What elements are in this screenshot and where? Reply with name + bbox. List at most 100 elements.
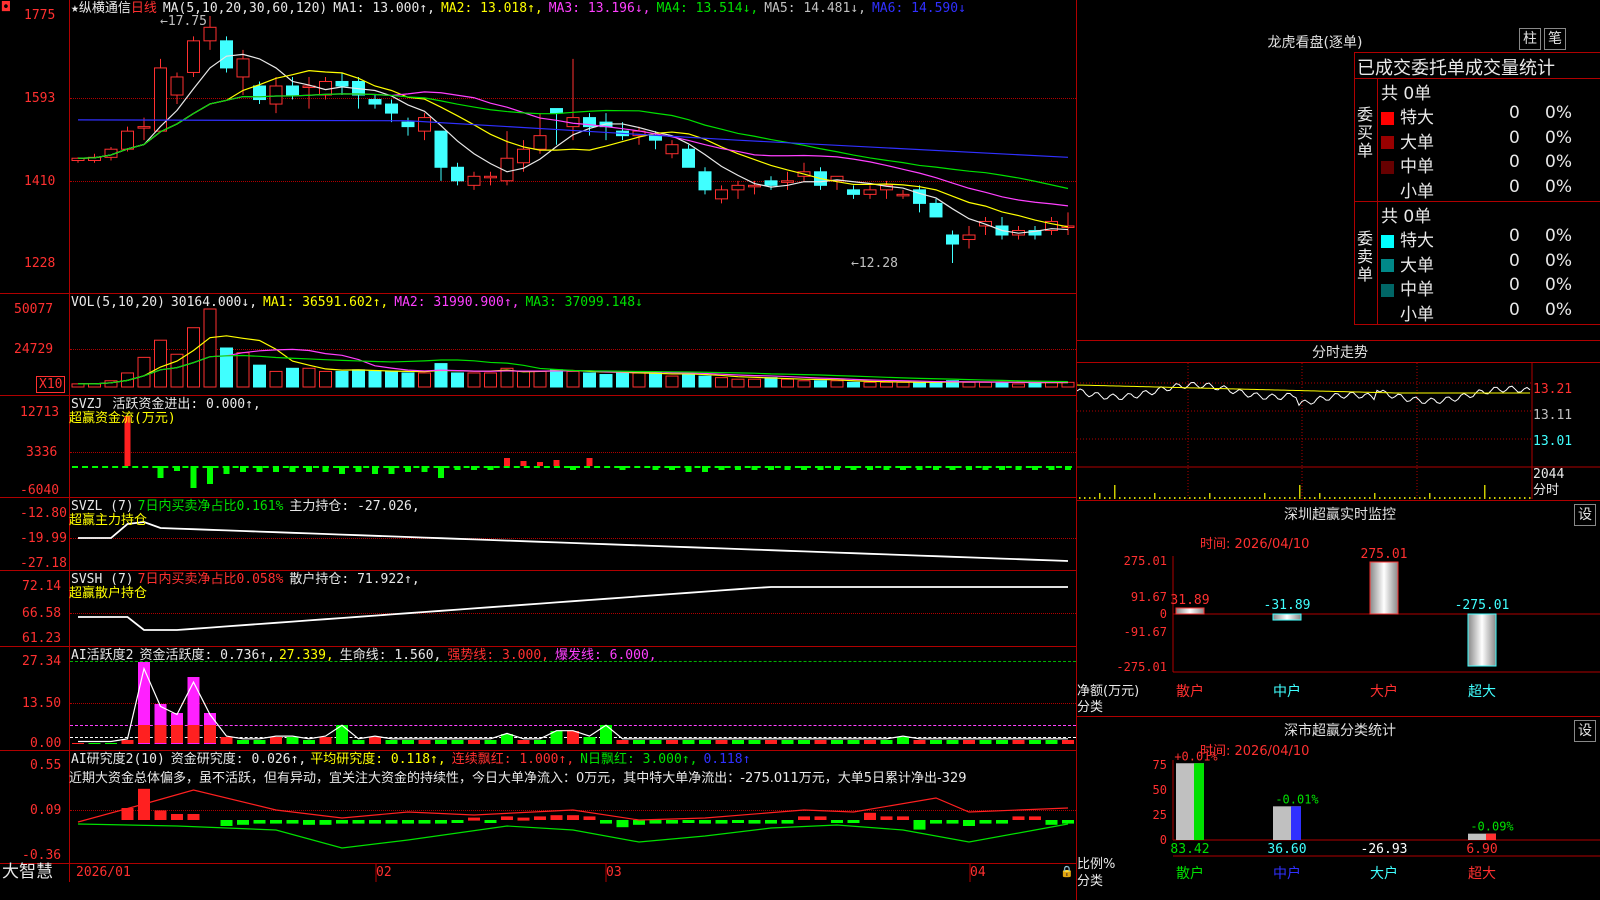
row-pct: 0% [1545, 226, 1572, 246]
volume-bar [632, 372, 646, 388]
order-row: 特大 0 0% [1381, 226, 1600, 251]
monitor-category-label: 散户 [1176, 683, 1204, 700]
intraday-vol-bar [1439, 497, 1441, 499]
research-comment: 近期大资金总体偏多，虽不活跃，但有异动，宜关注大资金的持续性，今日大单净流入：0… [69, 771, 967, 786]
activity-bar [864, 740, 876, 744]
flow-bar [916, 466, 923, 470]
activity-bar [963, 740, 975, 744]
svsh-header: SVSH (7) 7日内买卖净占比0.058% 散户持仓: 71.922↑, [71, 572, 420, 587]
monitor-chart[interactable]: 275.01 91.67 0 -91.67 -275.01 31.89 散户 -31.89 中户… [1077, 526, 1600, 718]
order-stats-title: 已成交委托单成交量统计 [1357, 58, 1555, 79]
intraday-vol-bar [1274, 497, 1276, 499]
intraday-vol-bar [1529, 497, 1531, 499]
row-pct: 0% [1545, 250, 1572, 271]
monitor-bar [1272, 613, 1302, 621]
intraday-vol-bar [1489, 497, 1491, 499]
tab-tick-view[interactable]: 笔 [1544, 28, 1566, 50]
low-price-marker: ←12.28 [851, 256, 898, 271]
intraday-vol-bar [1199, 497, 1201, 499]
row-name: 特大 [1400, 231, 1434, 251]
intraday-vol-bar [1369, 497, 1371, 499]
flow-bar [735, 466, 741, 470]
research-bar [303, 820, 315, 825]
flow-bar [685, 466, 692, 472]
intraday-vol-bar [1474, 497, 1476, 499]
intraday-vol-bar [1139, 497, 1141, 499]
activity-bar [138, 725, 150, 743]
research-bar [1029, 816, 1041, 820]
research-bar [798, 816, 810, 820]
row-pct: 0% [1545, 299, 1572, 320]
research-bar [171, 814, 183, 820]
research-bar [732, 820, 744, 823]
research-bar [468, 817, 480, 821]
lock-icon[interactable]: 🔒 [1060, 864, 1074, 879]
row-pct: 0% [1545, 152, 1572, 172]
intraday-vol-bar [1359, 497, 1361, 499]
activity-bar [435, 740, 447, 744]
flow-bar [520, 461, 527, 466]
volume-bar [517, 370, 530, 388]
intraday-vol-bar [1509, 497, 1511, 499]
flow-bar [504, 458, 510, 466]
intraday-vol-bar [1174, 497, 1176, 499]
research-bar [831, 820, 843, 823]
class-unit2: 分类 [1077, 874, 1104, 889]
volume-bar [665, 375, 679, 388]
intraday-vol-bar [1234, 497, 1236, 499]
tab-bar-view[interactable]: 柱 [1519, 28, 1541, 50]
ma3-value: MA3: 13.196↓, [548, 1, 651, 16]
sell-orders-label: 委卖单 [1357, 229, 1374, 284]
volume-bar [929, 381, 943, 388]
volume-bar [352, 369, 365, 388]
activity-bar [781, 740, 794, 744]
class-category-label: 超大 [1468, 866, 1496, 882]
stock-name[interactable]: 纵横通信 [79, 1, 131, 16]
favorite-star-icon[interactable]: ★ [71, 1, 79, 16]
volume-bar [170, 353, 184, 388]
row-pct: 0% [1545, 176, 1572, 197]
monitor-settings-button[interactable]: 设 [1574, 504, 1596, 526]
svzl-line [78, 521, 1069, 562]
research-bar [715, 820, 728, 824]
activity-bar [352, 740, 365, 744]
candle-body [847, 189, 860, 195]
intraday-vol-bar [1494, 497, 1496, 499]
activity-bar [154, 725, 167, 743]
research-bar [451, 820, 464, 823]
intraday-chart[interactable] [1077, 363, 1600, 499]
intraday-vol-bar [1499, 497, 1501, 499]
class-settings-button[interactable]: 设 [1574, 720, 1596, 742]
volume-bar [731, 378, 745, 388]
svzl-header: SVZL (7) 7日内买卖净占比0.161% 主力持仓: -27.026, [71, 499, 420, 514]
row-count: 0 [1509, 250, 1520, 271]
intraday-vol-bar [1289, 497, 1291, 499]
intraday-vol-bar [1519, 497, 1521, 499]
class-chart[interactable]: 75 50 25 0 +0.01% -0.01% -0.09% 83.42 散户 36.60 中户 -… [1077, 740, 1600, 900]
research-bar [270, 820, 282, 824]
color-swatch [1381, 308, 1394, 321]
volume-bar [1012, 383, 1025, 388]
research-bar [946, 820, 959, 824]
intraday-vol-bar [1179, 497, 1181, 499]
flow-bar [372, 466, 378, 474]
research-header: AI研究度2(10) 资金研究度: 0.026↑, 平均研究度: 0.118↑, 连续… [71, 752, 751, 767]
flow-bar [817, 466, 824, 470]
candle-body [401, 121, 415, 128]
ma2-value: MA2: 13.018↑, [440, 1, 543, 16]
flow-bar [718, 466, 725, 470]
research-bar [385, 820, 398, 824]
class-axis-label: 0 [1160, 833, 1167, 847]
class-top-label: +0.01% [1174, 749, 1218, 763]
candle-body [731, 184, 745, 191]
period-label[interactable]: 日线 [131, 1, 157, 16]
research-bar [154, 810, 167, 820]
class-axis-label: 50 [1153, 783, 1167, 797]
research-bar [550, 815, 563, 820]
activity-bar [468, 740, 480, 744]
monitor-axis-label: 0 [1160, 607, 1167, 621]
flow-bar [388, 466, 395, 474]
svzj-header: SVZJ 活跃资金进出: 0.000↑, [71, 397, 261, 412]
research-bar [319, 820, 332, 825]
monitor-axis-label: 275.01 [1124, 554, 1167, 568]
